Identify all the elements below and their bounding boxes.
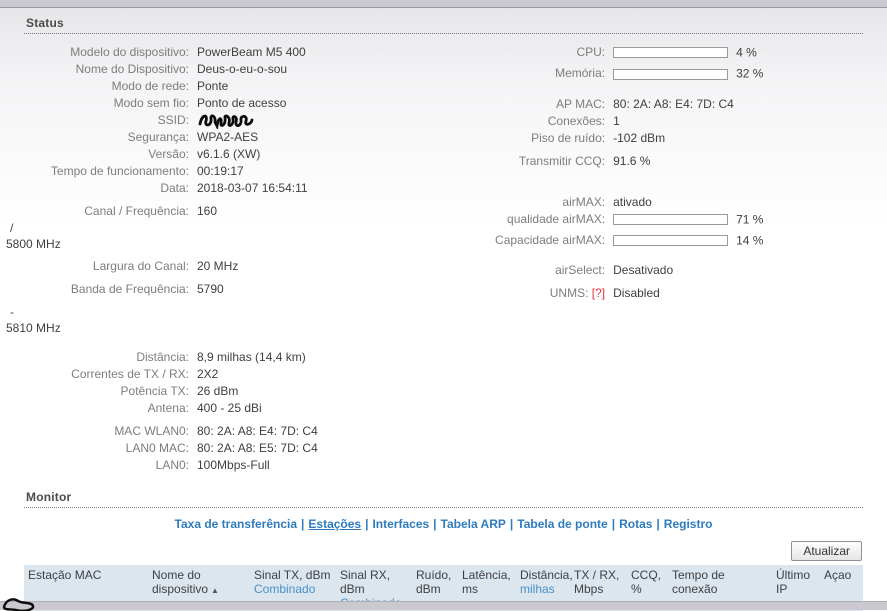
airmax-capacity-label: Capacidade airMAX: bbox=[495, 232, 606, 247]
date-value: 2018-03-07 16:54:11 bbox=[197, 181, 308, 196]
tab-separator: | bbox=[656, 517, 660, 532]
tab-throughput[interactable]: Taxa de transferência bbox=[175, 517, 298, 531]
connections-label: Conexões: bbox=[547, 113, 606, 128]
date-label: Data: bbox=[160, 181, 189, 196]
ssid-value-redacted bbox=[197, 112, 255, 132]
airmax-capacity-percent: 14 % bbox=[736, 233, 764, 248]
tab-separator: | bbox=[301, 517, 305, 532]
ssid-label: SSID: bbox=[157, 113, 189, 127]
uptime-label: Tempo de funcionamento: bbox=[50, 164, 189, 179]
unms-help-link[interactable]: [?] bbox=[592, 286, 605, 300]
airmax-capacity-progressbar bbox=[613, 235, 729, 247]
lan0-mac-value: 80: 2A: A8: E5: 7D: C4 bbox=[197, 441, 318, 456]
lan0-speed-value: 100Mbps-Full bbox=[197, 458, 270, 473]
ap-mac-label: AP MAC: bbox=[555, 96, 606, 111]
uptime-value: 00:19:17 bbox=[197, 164, 244, 179]
frequency-overflow-low: 5800 MHz bbox=[6, 237, 61, 252]
chains-label: Correntes de TX / RX: bbox=[71, 367, 189, 382]
airmax-label: airMAX: bbox=[562, 194, 606, 209]
tab-arp-table[interactable]: Tabela ARP bbox=[441, 517, 506, 531]
tab-log[interactable]: Registro bbox=[664, 517, 713, 531]
refresh-button[interactable]: Atualizar bbox=[791, 541, 862, 562]
frequency-overflow-dash: - bbox=[10, 305, 14, 320]
cpu-progressbar bbox=[613, 47, 729, 59]
distance-label: Distância: bbox=[136, 350, 189, 365]
transmit-ccq-value: 91.6 % bbox=[613, 153, 651, 168]
tab-separator: | bbox=[365, 517, 369, 532]
channel-width-value: 20 MHz bbox=[197, 259, 239, 274]
redacted-scribble bbox=[2, 598, 35, 611]
redacted-scribble bbox=[198, 114, 254, 132]
wireless-mode-label: Modo sem fio: bbox=[113, 96, 189, 110]
cpu-label: CPU: bbox=[576, 45, 606, 59]
memory-label: Memória: bbox=[555, 66, 606, 81]
airmax-value: ativado bbox=[613, 194, 652, 209]
security-value: WPA2-AES bbox=[197, 130, 259, 145]
airselect-label: airSelect: bbox=[555, 263, 606, 278]
status-section-title: Status bbox=[24, 14, 863, 34]
tab-separator: | bbox=[433, 517, 437, 532]
status-grid: Modelo do dispositivo: PowerBeam M5 400 N… bbox=[6, 34, 863, 474]
antenna-label: Antena: bbox=[147, 401, 189, 416]
top-window-strip bbox=[0, 0, 887, 8]
miles-unit-link[interactable]: milhas bbox=[520, 582, 566, 596]
tab-routes[interactable]: Rotas bbox=[619, 517, 652, 531]
status-right-column: CPU: 4 % Memória: 32 % AP MAC: 80: 2A: A8: … bbox=[435, 44, 863, 474]
airmax-quality-progressbar bbox=[613, 213, 729, 225]
frequency-overflow-slash: / bbox=[10, 221, 14, 236]
lan0-speed-label: LAN0: bbox=[155, 458, 189, 473]
status-left-column: Modelo do dispositivo: PowerBeam M5 400 N… bbox=[6, 44, 435, 474]
device-name-label: Nome do Dispositivo: bbox=[75, 62, 189, 76]
antenna-value: 400 - 25 dBi bbox=[197, 401, 262, 416]
device-model-label: Modelo do dispositivo: bbox=[70, 45, 189, 59]
unms-label: UNMS: [?] bbox=[549, 286, 606, 301]
chains-value: 2X2 bbox=[197, 367, 219, 382]
monitor-tabs: Taxa de transferência | Estações | Interface… bbox=[24, 517, 863, 531]
transmit-ccq-label: Transmitir CCQ: bbox=[518, 153, 606, 168]
channel-frequency-label: Canal / Frequência: bbox=[84, 204, 189, 219]
tab-separator: | bbox=[509, 517, 514, 532]
frequency-overflow-high: 5810 MHz bbox=[6, 321, 61, 336]
tab-stations[interactable]: Estações bbox=[308, 517, 361, 531]
distance-value: 8,9 milhas (14,4 km) bbox=[197, 350, 306, 365]
network-mode-value: Ponte bbox=[197, 79, 229, 93]
tab-separator: | bbox=[611, 517, 616, 532]
sort-ascending-icon: ▲ bbox=[211, 586, 219, 596]
wlan0-mac-label: MAC WLAN0: bbox=[114, 424, 189, 439]
airos-status-page: Status Modelo do dispositivo: PowerBeam M… bbox=[0, 8, 887, 611]
noise-floor-value: -102 dBm bbox=[613, 130, 666, 145]
channel-width-label: Largura do Canal: bbox=[92, 259, 189, 274]
memory-progressbar bbox=[613, 68, 729, 80]
ap-mac-value: 80: 2A: A8: E4: 7D: C4 bbox=[613, 96, 734, 111]
tab-interfaces[interactable]: Interfaces bbox=[372, 517, 429, 531]
version-label: Versão: bbox=[148, 147, 189, 162]
cpu-percent: 4 % bbox=[736, 45, 757, 60]
wlan0-mac-value: 80: 2A: A8: E4: 7D: C4 bbox=[197, 424, 318, 439]
device-model-value: PowerBeam M5 400 bbox=[197, 45, 306, 59]
airselect-value: Desativado bbox=[613, 263, 674, 278]
frequency-band-value: 5790 bbox=[197, 282, 224, 297]
security-label: Segurança: bbox=[127, 130, 189, 145]
lan0-mac-label: LAN0 MAC: bbox=[125, 441, 189, 456]
version-value: v6.1.6 (XW) bbox=[197, 147, 261, 162]
tx-power-value: 26 dBm bbox=[197, 384, 239, 399]
network-mode-label: Modo de rede: bbox=[111, 79, 189, 93]
wireless-mode-value: Ponto de acesso bbox=[197, 96, 287, 110]
monitor-section-title: Monitor bbox=[24, 488, 863, 509]
combined-link[interactable]: Combinado bbox=[254, 582, 332, 596]
frequency-band-label: Banda de Frequência: bbox=[70, 282, 189, 297]
bottom-window-strip bbox=[0, 598, 887, 611]
memory-percent: 32 % bbox=[736, 66, 764, 81]
unms-value: Disabled bbox=[613, 286, 660, 301]
tx-power-label: Potência TX: bbox=[120, 384, 189, 399]
channel-frequency-value: 160 bbox=[197, 204, 218, 219]
airmax-quality-label: qualidade airMAX: bbox=[507, 211, 606, 226]
connections-value: 1 bbox=[613, 113, 620, 128]
airmax-quality-percent: 71 % bbox=[736, 211, 764, 226]
device-name-value: Deus-o-eu-o-sou bbox=[197, 62, 288, 76]
noise-floor-label: Piso de ruído: bbox=[531, 130, 606, 145]
tab-bridge-table[interactable]: Tabela de ponte bbox=[517, 517, 607, 531]
stations-toolbar: Atualizar bbox=[24, 541, 863, 562]
